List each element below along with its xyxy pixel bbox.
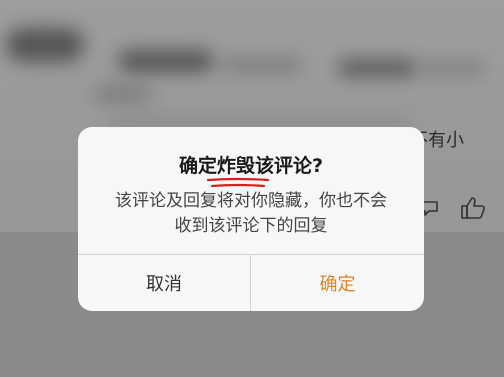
redacted-text-blur [118,50,214,72]
cancel-button[interactable]: 取消 [78,255,250,311]
red-underline-annotation [206,177,270,188]
redacted-text-blur [94,86,152,102]
redacted-text-blur [338,60,416,76]
dialog-title: 确定炸毁该评论? [178,155,324,177]
redacted-text-blur [222,58,302,72]
dialog-message-line: 该评论及回复将对你隐藏，你也不会 [115,191,387,211]
thumbs-up-icon[interactable] [460,196,486,220]
redacted-username-blur [6,28,84,62]
confirm-button[interactable]: 确定 [251,255,424,311]
confirm-destroy-comment-dialog: 确定炸毁该评论? 该评论及回复将对你隐藏，你也不会 收到该评论下的回复 取消 确… [78,127,424,311]
redacted-text-blur [420,62,484,74]
dialog-message-line: 收到该评论下的回复 [174,216,328,236]
dialog-message: 该评论及回复将对你隐藏，你也不会 收到该评论下的回复 [98,189,404,239]
